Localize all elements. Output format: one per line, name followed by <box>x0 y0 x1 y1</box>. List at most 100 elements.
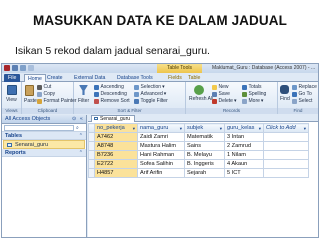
save-icon[interactable] <box>12 65 18 71</box>
remove-sort-label: Remove Sort <box>100 98 130 104</box>
spelling-icon <box>242 91 247 97</box>
table-cell[interactable] <box>263 141 309 151</box>
more-button[interactable]: More ▾ <box>242 98 263 104</box>
spelling-button[interactable]: Spelling <box>242 91 266 97</box>
table-cell[interactable]: E2722 <box>94 159 138 169</box>
table-cell[interactable]: 4 Akaun <box>224 159 264 169</box>
table-cell[interactable] <box>263 150 309 160</box>
records-group-label: Records <box>186 108 277 114</box>
table-cell[interactable]: Matematik <box>184 132 225 142</box>
save-record-button[interactable]: Save <box>212 91 230 97</box>
tab-fields[interactable]: Fields <box>168 74 182 82</box>
ascending-button[interactable]: Ascending <box>94 84 124 90</box>
chevron-up-icon[interactable]: ⌃ <box>79 132 83 140</box>
column-header[interactable]: subjek ▾ <box>184 123 225 133</box>
table-cell[interactable]: B7236 <box>94 150 138 160</box>
chevron-down-icon[interactable]: ▾ <box>180 125 182 132</box>
table-cell[interactable]: Hani Rahman <box>137 150 185 160</box>
tab-home[interactable]: Home <box>24 74 46 82</box>
redo-icon[interactable] <box>28 65 34 71</box>
table-cell[interactable]: Sains <box>184 141 225 151</box>
copy-button[interactable]: Copy <box>37 91 55 97</box>
table-cell[interactable] <box>263 159 309 169</box>
table-cell[interactable]: 1 Nilam <box>224 150 264 160</box>
table-cell[interactable]: Sejarah <box>184 168 225 178</box>
paste-button[interactable]: Paste <box>24 98 37 104</box>
chevron-up-icon[interactable]: ⌃ <box>79 149 83 157</box>
nav-item-senarai-guru[interactable]: Senarai_guru <box>3 140 85 149</box>
table-cell[interactable]: 3 Intan <box>224 132 264 142</box>
tab-create[interactable]: Create <box>47 74 63 82</box>
search-icon[interactable]: ⌕ <box>76 125 79 131</box>
table-cell[interactable]: A8748 <box>94 141 138 151</box>
tab-database-tools[interactable]: Database Tools <box>117 74 153 82</box>
chevron-down-icon[interactable]: ▾ <box>220 125 222 132</box>
nav-group-tables[interactable]: Tables ⌃ <box>2 132 86 140</box>
table-cell[interactable]: A7462 <box>94 132 138 142</box>
table-cell[interactable]: Sofea Salihin <box>137 159 185 169</box>
shutter-bar-close-icon[interactable]: « <box>80 116 83 123</box>
table-cell[interactable]: 5 ICT <box>224 168 264 178</box>
nav-dropdown-icon[interactable]: ⊙ <box>72 116 76 123</box>
new-record-button[interactable]: New <box>212 84 229 90</box>
selection-button[interactable]: Selection ▾ <box>134 84 165 90</box>
table-row[interactable]: A7462 Zaidi Zamri Matematik 3 Intan <box>88 132 309 142</box>
paste-icon[interactable] <box>25 85 34 96</box>
undo-icon[interactable] <box>20 65 26 71</box>
table-cell[interactable]: Zaidi Zamri <box>137 132 185 142</box>
tab-table[interactable]: Table <box>188 74 200 82</box>
tab-external-data[interactable]: External Data <box>74 74 105 82</box>
tab-file[interactable]: File <box>4 74 21 82</box>
table-cell[interactable] <box>263 168 309 178</box>
totals-button[interactable]: Totals <box>242 84 262 90</box>
nav-search-input[interactable] <box>4 125 74 131</box>
table-row[interactable]: B7236 Hani Rahman B. Melayu 1 Nilam <box>88 150 309 160</box>
ascending-label: Ascending <box>100 84 124 90</box>
table-row[interactable]: E2722 Sofea Salihin B. Inggeris 4 Akaun <box>88 159 309 169</box>
replace-button[interactable]: Replace <box>292 84 317 90</box>
view-icon[interactable] <box>7 85 17 95</box>
view-button[interactable]: View <box>6 97 17 103</box>
delete-record-button[interactable]: Delete ▾ <box>212 98 236 104</box>
column-header[interactable]: guru_kelas ▾ <box>224 123 264 133</box>
column-header[interactable]: nama_guru ▾ <box>137 123 185 133</box>
click-to-add-header[interactable]: Click to Add ▾ <box>263 123 309 133</box>
find-binoculars-icon[interactable] <box>280 85 289 94</box>
advanced-button[interactable]: Advanced ▾ <box>134 91 166 97</box>
doc-tab-senarai-guru[interactable]: Senarai_guru <box>91 115 136 122</box>
format-painter-button[interactable]: Format Painter <box>37 98 77 104</box>
table-cell[interactable]: Mastura Halim <box>137 141 185 151</box>
table-cell[interactable]: B. Melayu <box>184 150 225 160</box>
table-cell[interactable]: 2 Zamrud <box>224 141 264 151</box>
select-button[interactable]: Select <box>292 98 312 104</box>
spelling-label: Spelling <box>248 91 267 97</box>
goto-button[interactable]: Go To <box>292 91 312 97</box>
descending-button[interactable]: Descending <box>94 91 127 97</box>
table-cell[interactable]: Arif Arifin <box>137 168 185 178</box>
table-cell[interactable] <box>263 132 309 142</box>
refresh-all-button[interactable]: Refresh All <box>189 96 213 102</box>
chevron-down-icon[interactable]: ▾ <box>259 125 261 132</box>
refresh-icon[interactable] <box>194 85 204 95</box>
column-label: Click to Add <box>266 124 296 131</box>
column-header[interactable]: no_pekerja ▾ <box>94 123 138 133</box>
table-row[interactable]: A8748 Mastura Halim Sains 2 Zamrud <box>88 141 309 151</box>
nav-pane-header[interactable]: All Access Objects ⊙ « <box>2 115 86 124</box>
chevron-down-icon[interactable]: ▾ <box>133 125 135 132</box>
table-cell[interactable]: B. Inggeris <box>184 159 225 169</box>
cut-button[interactable]: Cut <box>37 84 51 90</box>
filter-icon[interactable] <box>79 85 88 95</box>
table-row[interactable]: H4857 Arif Arifin Sejarah 5 ICT <box>88 168 309 178</box>
find-button[interactable]: Find <box>280 96 290 102</box>
column-label: no_pekerja <box>97 124 125 131</box>
save-label: Save <box>218 91 230 97</box>
descending-label: Descending <box>100 91 127 97</box>
chevron-down-icon[interactable]: ▾ <box>304 125 306 132</box>
remove-sort-button[interactable]: Remove Sort <box>94 98 130 104</box>
table-cell[interactable]: H4857 <box>94 168 138 178</box>
nav-group-reports[interactable]: Reports ⌃ <box>2 149 86 157</box>
toggle-filter-button[interactable]: Toggle Filter <box>134 98 168 104</box>
format-painter-label: Format Painter <box>43 98 77 104</box>
filter-button[interactable]: Filter <box>78 98 89 104</box>
access-logo-icon[interactable] <box>4 65 10 71</box>
